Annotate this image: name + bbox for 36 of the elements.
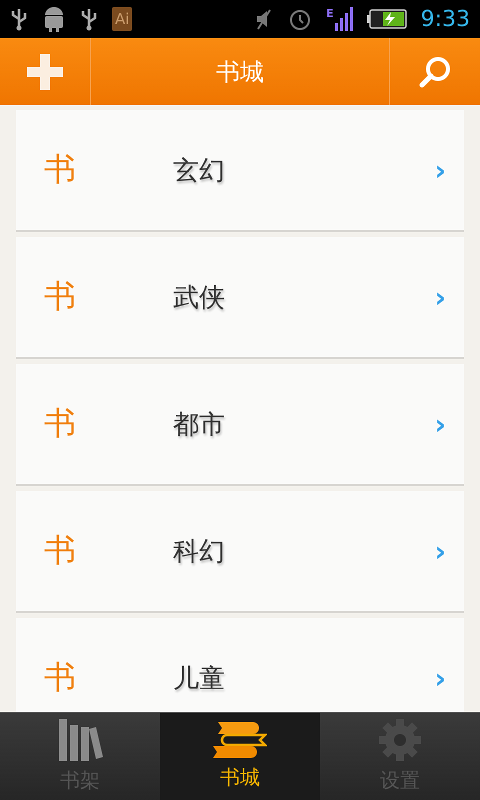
book-glyph: 书: [44, 149, 77, 190]
alarm-icon: [288, 7, 312, 31]
page-title: 书城: [215, 56, 265, 88]
chevron: ›: [434, 154, 446, 186]
category-label: 武侠: [173, 282, 226, 314]
signal-icon: [334, 7, 353, 31]
chevron: ›: [434, 280, 446, 314]
usb-icon: [10, 7, 28, 31]
book-glyph: 书: [44, 403, 77, 444]
category-item[interactable]: 书 玄幻 ›: [16, 110, 464, 232]
books-icon: [57, 719, 103, 761]
plus-icon: [27, 54, 63, 90]
android-icon: [42, 6, 66, 32]
clock: 9:33: [420, 6, 470, 32]
book-glyph: 书: [44, 276, 77, 317]
network-type: E: [326, 7, 334, 20]
chevron: ›: [434, 534, 446, 568]
usb-icon: [80, 7, 98, 31]
category-item[interactable]: 书 武侠 ›: [16, 237, 464, 359]
category-label: 儿童: [173, 662, 226, 696]
category-item[interactable]: 书 都市 ›: [16, 364, 464, 486]
search-icon: [419, 56, 451, 88]
category-item[interactable]: 书 科幻 ›: [16, 491, 464, 613]
chevron: ›: [434, 408, 446, 440]
category-label: 都市: [173, 408, 226, 442]
books-icon: [213, 722, 267, 758]
settings-icon: [379, 719, 421, 761]
tab[interactable]: 书城: [160, 713, 320, 800]
category-label: 科幻: [173, 536, 226, 568]
chevron: ›: [434, 662, 446, 694]
book-glyph: 书: [44, 530, 77, 571]
book-glyph: 书: [44, 657, 77, 698]
category-item[interactable]: 书 儿童 ›: [16, 618, 464, 712]
app-badge: Ai: [112, 7, 132, 31]
category-label: 玄幻: [173, 154, 226, 188]
battery-icon: [366, 9, 407, 29]
